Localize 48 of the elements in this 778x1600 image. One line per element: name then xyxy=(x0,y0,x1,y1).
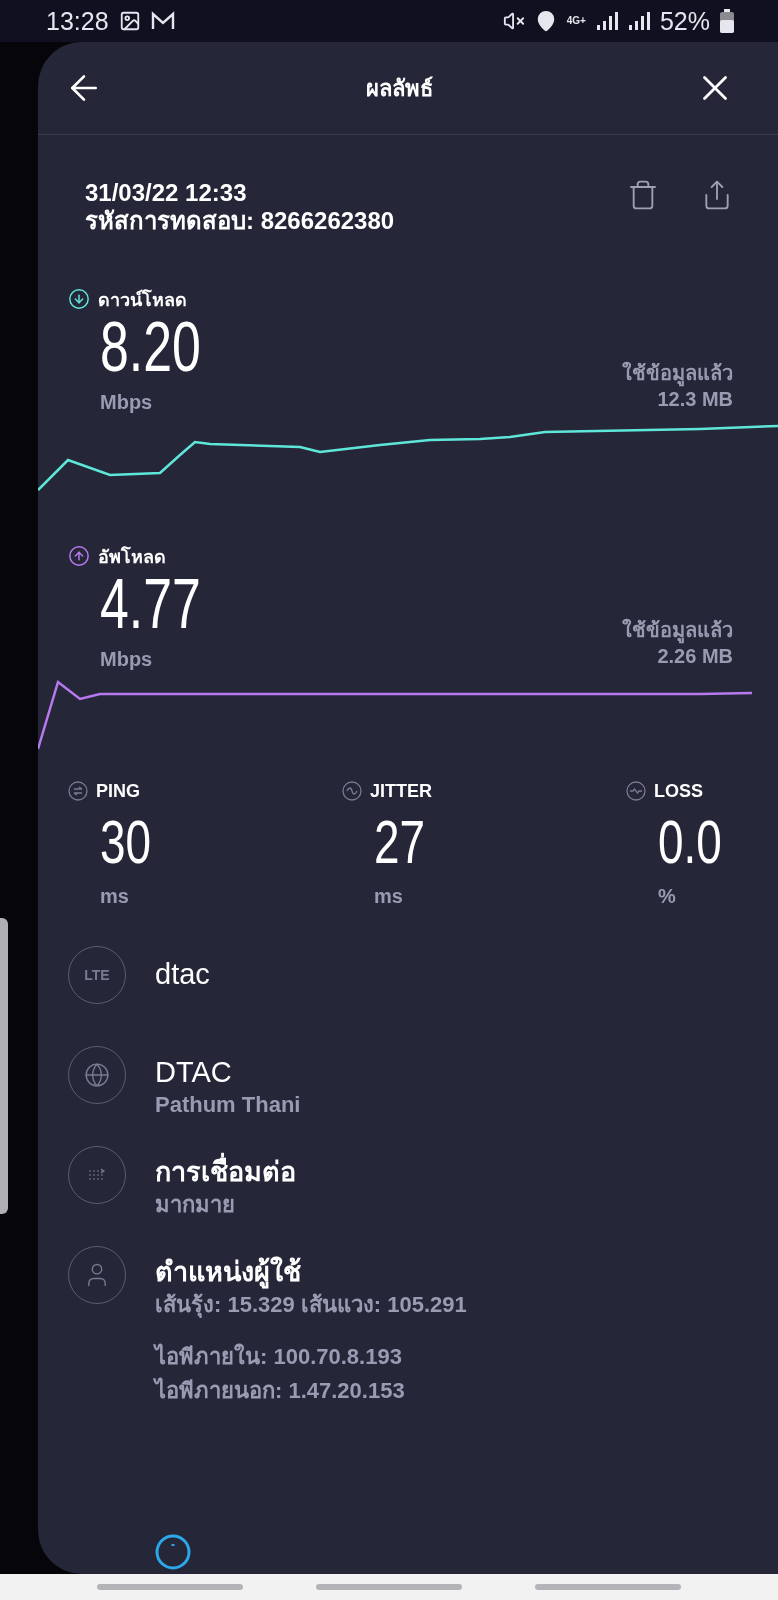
battery-icon xyxy=(720,9,734,34)
gallery-icon xyxy=(118,10,141,33)
metric-label: LOSS xyxy=(654,780,703,802)
signal-icon xyxy=(595,11,618,32)
metric-unit: ms xyxy=(100,885,130,909)
metric-unit: ms xyxy=(374,885,404,909)
battery-percent: 52% xyxy=(659,6,710,36)
data-used-label: ใช้ข้อมูลแล้ว xyxy=(622,360,733,387)
detail-title: dtac xyxy=(155,957,210,993)
loss-icon xyxy=(626,781,646,802)
clock-time: 13:28 xyxy=(46,6,109,36)
metric-value: 30 xyxy=(100,807,152,878)
detail-subtitle: มากมาย xyxy=(155,1191,236,1220)
detail-subtitle: Pathum Thani xyxy=(155,1091,301,1120)
metric-label: PING xyxy=(96,780,140,802)
data-used-value: 2.26 MB xyxy=(657,644,733,670)
edge-handle[interactable] xyxy=(0,918,8,1215)
speed-value: 8.20 xyxy=(100,311,201,384)
ip-address: ไอพีภายนอก: 1.47.20.153 xyxy=(155,1376,406,1406)
detail-subtitle: เส้นรุ้ง: 15.329 เส้นแวง: 105.291 xyxy=(155,1291,467,1320)
metric-unit: % xyxy=(658,885,677,909)
nav-handle[interactable] xyxy=(535,1584,682,1591)
nav-handle[interactable] xyxy=(96,1584,243,1591)
speed-value: 4.77 xyxy=(100,568,201,641)
network-type: 4G+ xyxy=(566,16,586,27)
speed-unit: Mbps xyxy=(100,648,154,672)
detail-title: DTAC xyxy=(155,1055,233,1091)
nav-handle[interactable] xyxy=(316,1584,462,1591)
detail-title: ตำแหน่งผู้ใช้ xyxy=(155,1255,302,1291)
data-used-label: ใช้ข้อมูลแล้ว xyxy=(622,617,733,644)
info-icon[interactable] xyxy=(155,1534,191,1571)
speed-label: อัพโหลด xyxy=(98,545,166,569)
speed-unit: Mbps xyxy=(100,391,154,415)
page-title: ผลลัพธ์ xyxy=(365,74,433,103)
mail-icon xyxy=(150,11,175,32)
speed-label: ดาวน์โหลด xyxy=(98,288,187,312)
metric-label: JITTER xyxy=(370,780,432,802)
detail-title: การเชื่อมต่อ xyxy=(155,1154,296,1191)
metric-value: 0.0 xyxy=(658,807,722,878)
signal-icon xyxy=(627,11,650,32)
trash-icon[interactable] xyxy=(627,179,659,212)
metric-value: 27 xyxy=(374,807,426,878)
ip-address: ไอพีภายใน: 100.70.8.193 xyxy=(155,1342,403,1372)
data-used-value: 12.3 MB xyxy=(657,387,733,413)
test-datetime: 31/03/22 12:33 xyxy=(85,179,248,208)
jitter-icon xyxy=(342,781,362,802)
test-id: รหัสการทดสอบ: 8266262380 xyxy=(85,207,395,236)
ping-icon xyxy=(68,781,88,802)
